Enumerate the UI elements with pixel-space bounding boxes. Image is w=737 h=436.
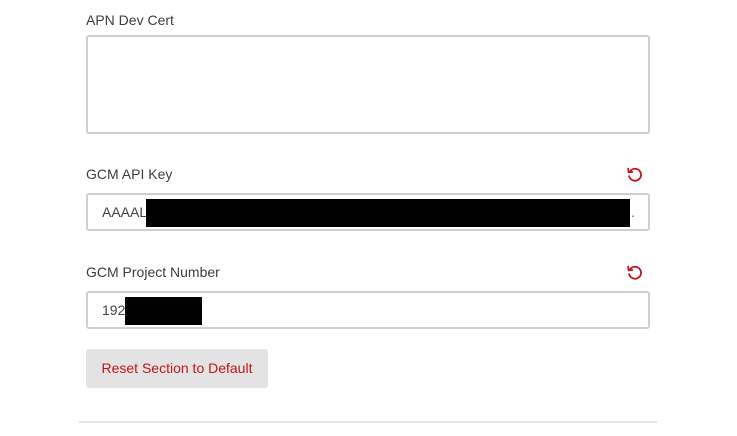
redacted-block	[125, 297, 202, 325]
gcm-project-number-label: GCM Project Number	[86, 264, 220, 280]
gcm-api-key-input[interactable]: AAAAL .	[86, 193, 650, 231]
undo-icon[interactable]	[626, 264, 644, 282]
gcm-api-key-value: AAAAL	[102, 204, 148, 220]
gcm-api-key-value-suffix: .	[631, 204, 635, 220]
apn-dev-cert-label: APN Dev Cert	[86, 12, 174, 28]
gcm-project-number-value: 192	[102, 302, 126, 318]
section-divider	[79, 421, 657, 423]
settings-section: APN Dev Cert GCM API Key AAAAL . GCM Pro…	[0, 0, 737, 436]
gcm-project-number-input[interactable]: 192	[86, 291, 650, 329]
reset-section-button[interactable]: Reset Section to Default	[86, 349, 268, 388]
undo-icon[interactable]	[626, 166, 644, 184]
redacted-block	[146, 199, 630, 227]
apn-dev-cert-textarea[interactable]	[86, 35, 650, 134]
gcm-api-key-label: GCM API Key	[86, 166, 173, 182]
